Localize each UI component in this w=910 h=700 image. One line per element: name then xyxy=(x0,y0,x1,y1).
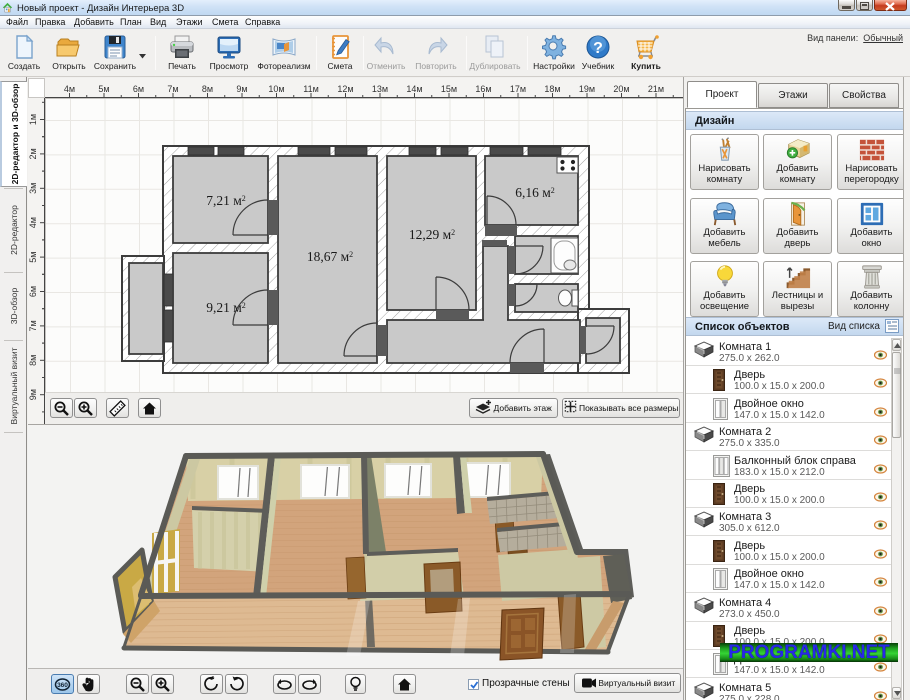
svg-text:10м: 10м xyxy=(268,84,284,94)
svg-text:7,21 м2: 7,21 м2 xyxy=(206,193,246,208)
svg-text:4м: 4м xyxy=(64,84,75,94)
svg-text:19м: 19м xyxy=(579,84,595,94)
svg-text:3м: 3м xyxy=(28,183,38,194)
svg-text:5м: 5м xyxy=(28,251,38,262)
svg-text:18,67 м2: 18,67 м2 xyxy=(307,249,353,264)
svg-text:20м: 20м xyxy=(613,84,629,94)
svg-text:11м: 11м xyxy=(303,84,319,94)
svg-text:?: ? xyxy=(593,40,603,57)
svg-text:9м: 9м xyxy=(28,389,38,400)
svg-text:15м: 15м xyxy=(441,84,457,94)
svg-text:6м: 6м xyxy=(133,84,144,94)
svg-text:17м: 17м xyxy=(510,84,526,94)
svg-text:5м: 5м xyxy=(98,84,109,94)
svg-text:18м: 18м xyxy=(544,84,560,94)
svg-text:2м: 2м xyxy=(28,148,38,159)
svg-text:8м: 8м xyxy=(202,84,213,94)
svg-text:7м: 7м xyxy=(28,320,38,331)
svg-text:14м: 14м xyxy=(406,84,422,94)
svg-text:1м: 1м xyxy=(28,114,38,125)
svg-text:8м: 8м xyxy=(28,355,38,366)
svg-text:9,21 м2: 9,21 м2 xyxy=(206,300,246,315)
svg-text:13м: 13м xyxy=(372,84,388,94)
svg-text:7м: 7м xyxy=(167,84,178,94)
svg-text:21м: 21м xyxy=(648,84,664,94)
svg-text:16м: 16м xyxy=(475,84,491,94)
svg-text:360: 360 xyxy=(57,682,68,689)
svg-text:6м: 6м xyxy=(28,286,38,297)
svg-text:12,29 м2: 12,29 м2 xyxy=(409,227,455,242)
svg-text:4м: 4м xyxy=(28,217,38,228)
svg-text:6,16 м2: 6,16 м2 xyxy=(515,185,555,200)
svg-text:12м: 12м xyxy=(337,84,353,94)
svg-text:9м: 9м xyxy=(236,84,247,94)
